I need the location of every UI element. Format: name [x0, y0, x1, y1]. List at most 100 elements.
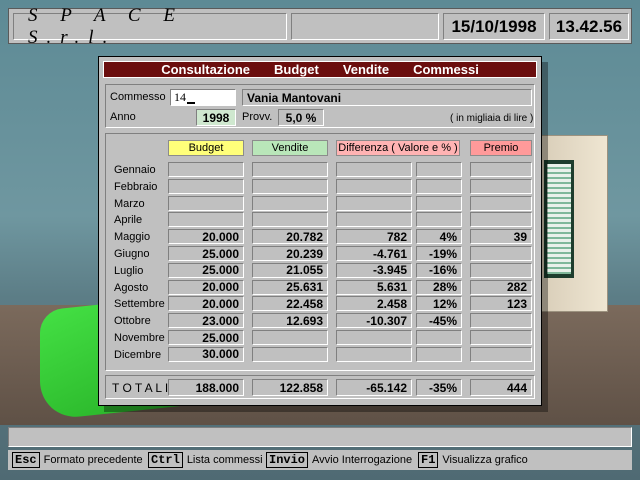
- month-row: Luglio 25.000 21.055 -3.945 -16%: [106, 262, 534, 280]
- cell-diff: -4.761: [336, 246, 412, 261]
- month-label: Luglio: [114, 264, 144, 277]
- cell-vendite: [252, 178, 328, 194]
- month-label: Giugno: [114, 248, 150, 260]
- cell-diff: [336, 330, 412, 345]
- totals-panel: T O T A L I 188.000 122.858 -65.142 -35%…: [105, 375, 535, 399]
- cell-premio: [470, 212, 532, 228]
- cell-perc: 28%: [416, 279, 462, 295]
- cell-diff: [336, 212, 412, 228]
- key-ctrl-label: Lista commessi: [186, 454, 263, 466]
- cell-budget: [168, 195, 244, 211]
- cell-vendite: 12.693: [252, 313, 328, 329]
- cell-premio: [470, 246, 532, 261]
- menu-bar: Consultazione Budget Vendite Commessi: [103, 61, 537, 78]
- cell-budget: [168, 178, 244, 194]
- text-cursor: [187, 101, 195, 104]
- key-ctrl[interactable]: Ctrl Lista commessi: [148, 451, 263, 469]
- cell-diff: -3.945: [336, 262, 412, 278]
- month-label: Ottobre: [114, 315, 151, 328]
- key-esc[interactable]: Esc Formato precedente: [12, 451, 143, 469]
- top-bar-empty-field: [291, 13, 439, 40]
- cell-diff: 782: [336, 229, 412, 245]
- cell-perc: [416, 178, 462, 194]
- status-bar: [8, 427, 632, 447]
- month-label: Maggio: [114, 231, 151, 244]
- total-percent: -35%: [416, 379, 462, 396]
- cell-vendite: [252, 195, 328, 211]
- month-label: Febbraio: [114, 180, 158, 193]
- menu-item-budget[interactable]: Budget: [274, 62, 319, 77]
- menu-item-consultazione[interactable]: Consultazione: [161, 62, 250, 77]
- total-differenza: -65.142: [336, 379, 412, 396]
- cell-vendite: 20.782: [252, 229, 328, 245]
- key-ctrl-cap: Ctrl: [148, 452, 183, 468]
- month-label: Gennaio: [114, 164, 156, 176]
- key-invio[interactable]: Invio Avvio Interrogazione: [266, 451, 412, 469]
- cell-diff: 2.458: [336, 296, 412, 312]
- anno-field[interactable]: 1998: [196, 109, 236, 126]
- cell-budget: [168, 212, 244, 228]
- header-panel: Commesso 14 Vania Mantovani Anno 1998 Pr…: [105, 84, 535, 128]
- commesso-name-field: Vania Mantovani: [242, 89, 532, 106]
- column-header-premio: Premio: [470, 140, 532, 156]
- current-time: 13.42.56: [549, 13, 629, 40]
- cell-budget: 25.000: [168, 330, 244, 345]
- month-label: Aprile: [114, 214, 143, 227]
- cell-vendite: [252, 346, 328, 362]
- key-invio-label: Avvio Interrogazione: [312, 454, 413, 466]
- cell-vendite: 20.239: [252, 246, 328, 261]
- cell-diff: [336, 162, 412, 177]
- cell-perc: [416, 212, 462, 228]
- cell-diff: 5.631: [336, 279, 412, 295]
- cell-premio: [470, 330, 532, 345]
- consultation-window: Consultazione Budget Vendite Commessi Co…: [98, 56, 542, 406]
- key-esc-label: Formato precedente: [43, 454, 143, 466]
- menu-item-commessi[interactable]: Commessi: [413, 62, 479, 77]
- column-header-vendite: Vendite: [252, 140, 328, 156]
- cell-perc: 4%: [416, 229, 462, 245]
- month-row: Novembre 25.000: [106, 330, 534, 347]
- column-header-differenza: Differenza ( Valore e % ): [336, 140, 460, 156]
- menu-item-vendite[interactable]: Vendite: [343, 62, 389, 77]
- month-row: Gennaio: [106, 162, 534, 179]
- total-vendite: 122.858: [252, 379, 328, 396]
- cell-diff: -10.307: [336, 313, 412, 329]
- cell-premio: [470, 195, 532, 211]
- cell-diff: [336, 346, 412, 362]
- cell-vendite: 21.055: [252, 262, 328, 278]
- total-budget: 188.000: [168, 379, 244, 396]
- cell-premio: [470, 346, 532, 362]
- cell-vendite: [252, 212, 328, 228]
- current-date: 15/10/1998: [443, 13, 545, 40]
- cell-perc: -19%: [416, 246, 462, 261]
- cell-premio: 282: [470, 279, 532, 295]
- provv-field: 5,0 %: [278, 109, 324, 126]
- company-name: S P A C E S.r.l.: [13, 5, 287, 48]
- column-header-budget: Budget: [168, 140, 244, 156]
- month-row: Ottobre 23.000 12.693 -10.307 -45%: [106, 313, 534, 330]
- cell-diff: [336, 195, 412, 211]
- key-f1-label: Visualizza grafico: [442, 454, 528, 466]
- function-key-bar: Esc Formato precedente Ctrl Lista commes…: [8, 450, 632, 470]
- cell-budget: 25.000: [168, 262, 244, 278]
- top-bar: S P A C E S.r.l. 15/10/1998 13.42.56: [8, 5, 632, 48]
- cell-vendite: 25.631: [252, 279, 328, 295]
- cell-vendite: [252, 330, 328, 345]
- totals-label: T O T A L I: [112, 381, 169, 395]
- month-row: Agosto 20.000 25.631 5.631 28% 282: [106, 279, 534, 297]
- month-row: Febbraio: [106, 178, 534, 196]
- month-label: Settembre: [114, 298, 165, 311]
- monthly-grid: Budget Vendite Differenza ( Valore e % )…: [105, 133, 535, 371]
- monitor-screen-illustration: [544, 160, 574, 278]
- cell-perc: 12%: [416, 296, 462, 312]
- cell-perc: -16%: [416, 262, 462, 278]
- key-invio-cap: Invio: [266, 452, 309, 468]
- key-esc-cap: Esc: [12, 452, 40, 468]
- commesso-input[interactable]: 14: [170, 89, 236, 106]
- key-f1[interactable]: F1 Visualizza grafico: [418, 451, 528, 469]
- provv-label: Provv.: [242, 111, 273, 123]
- cell-vendite: 22.458: [252, 296, 328, 312]
- month-row: Giugno 25.000 20.239 -4.761 -19%: [106, 246, 534, 263]
- total-premio: 444: [470, 379, 532, 396]
- month-row: Marzo: [106, 195, 534, 213]
